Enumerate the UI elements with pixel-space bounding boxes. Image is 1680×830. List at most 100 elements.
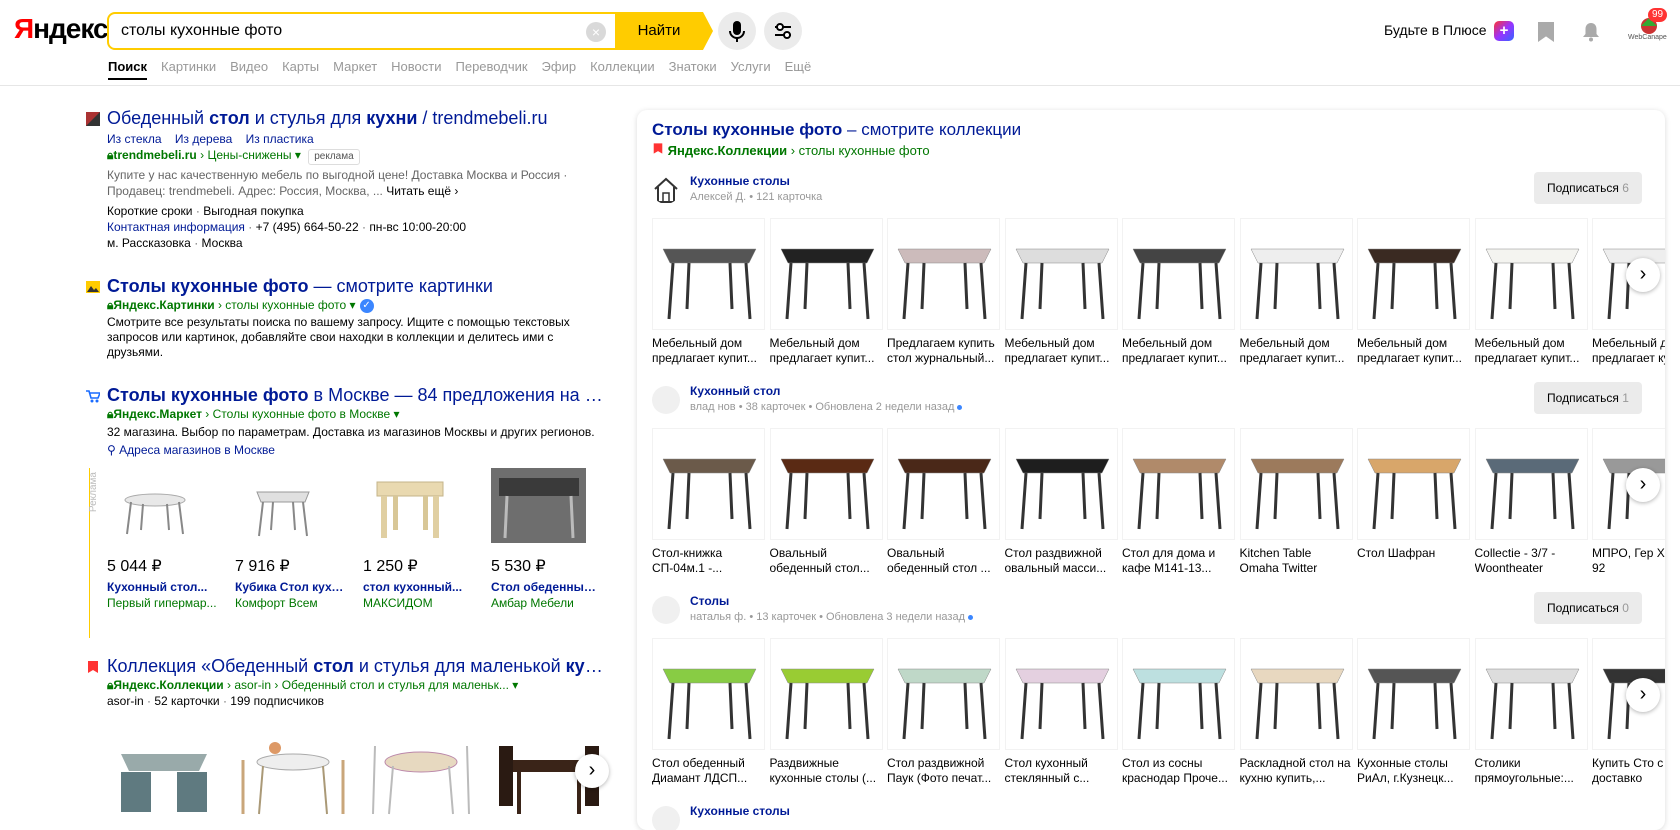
card-caption[interactable]: Раскладной стол на кухню купить,...	[1240, 756, 1353, 786]
collection-card[interactable]: Стол обеденный Диамант ЛДСП...	[652, 638, 765, 786]
collection-name[interactable]: Столы	[690, 594, 729, 608]
card-caption[interactable]: Мебельный дом предлагает купит...	[770, 336, 883, 366]
read-more-link[interactable]: Читать ещё	[386, 184, 451, 198]
subscribe-button[interactable]: Подписаться 1	[1534, 382, 1642, 414]
phone[interactable]: +7 (495) 664-50-22	[256, 220, 359, 234]
chevron-right-icon[interactable]: ›	[1626, 678, 1660, 712]
search-settings-button[interactable]	[764, 12, 802, 50]
card-caption[interactable]: Стол обеденный Диамант ЛДСП...	[652, 756, 765, 786]
tab-collections[interactable]: Коллекции	[590, 59, 655, 80]
card-caption[interactable]: МПРО, Гер Хасана, 92	[1592, 546, 1665, 576]
panel-title[interactable]: Столы кухонные фото – смотрите коллекции	[652, 120, 1021, 140]
collection-card[interactable]: Кухонные столы РиАл, г.Кузнецк...	[1357, 638, 1470, 786]
card-caption[interactable]: Мебельный дом предлагает купит...	[1005, 336, 1118, 366]
card-caption[interactable]: Стол раздвижной овальный масси...	[1005, 546, 1118, 576]
panel-path[interactable]: столы кухонные фото	[799, 143, 930, 158]
collection-card[interactable]: Kitchen Table Omaha Twitter	[1239, 428, 1353, 576]
product-name[interactable]: Кухонный стол...	[107, 580, 219, 595]
tab-efir[interactable]: Эфир	[542, 59, 577, 80]
card-caption[interactable]: Стол-книжка СП-04м.1 -...	[652, 546, 765, 576]
result-domain[interactable]: Яндекс.Коллекции	[113, 678, 223, 692]
search-input[interactable]	[121, 22, 581, 40]
product-card[interactable]: 1 250 ₽ стол кухонный... МАКСИДОМ	[363, 468, 481, 611]
collection-card[interactable]: Купить Сто с доставко	[1592, 638, 1665, 786]
card-caption[interactable]: Мебельный дом предлагает купит...	[1592, 336, 1665, 366]
result-path[interactable]: asor-in › Обеденный стол и стулья для ма…	[234, 678, 509, 692]
result-title[interactable]: Обеденный стол и стулья для кухни / tren…	[87, 108, 607, 129]
sitelink-glass[interactable]: Из стекла	[107, 132, 162, 146]
collection-card[interactable]: Мебельный дом предлагает купит...	[1239, 218, 1353, 366]
result-domain[interactable]: Яндекс.Маркет	[113, 407, 202, 421]
microphone-button[interactable]	[718, 12, 756, 50]
tab-images[interactable]: Картинки	[161, 59, 216, 80]
card-caption[interactable]: Collectie - 3/7 - Woontheater	[1475, 546, 1588, 576]
card-caption[interactable]: Стол Шафран	[1357, 546, 1470, 576]
chevron-right-icon[interactable]: ›	[575, 754, 609, 788]
product-name[interactable]: стол кухонный...	[363, 580, 475, 595]
plus-link[interactable]: Будьте в Плюсе	[1384, 22, 1487, 38]
collection-card[interactable]: Столики прямоугольные:...	[1474, 638, 1588, 786]
tab-translator[interactable]: Переводчик	[456, 59, 528, 80]
product-card[interactable]: 5 530 ₽ Стол обеденный пов... Амбар Мебе…	[491, 468, 609, 611]
collection-card[interactable]: Стол-книжка СП-04м.1 -...	[652, 428, 765, 576]
collection-card[interactable]: Раскладной стол на кухню купить,...	[1239, 638, 1353, 786]
collection-card[interactable]: Мебельный дом предлагает купит...	[1592, 218, 1665, 366]
bell-icon[interactable]	[1582, 22, 1600, 42]
card-caption[interactable]: Мебельный дом предлагает купит...	[1240, 336, 1353, 366]
collection-name[interactable]: Кухонные столы	[690, 174, 790, 188]
sitelink-plastic[interactable]: Из пластика	[246, 132, 314, 146]
card-caption[interactable]: Стол для дома и кафе М141-13...	[1122, 546, 1235, 576]
tab-services[interactable]: Услуги	[731, 59, 771, 80]
panel-domain[interactable]: Яндекс.Коллекции	[668, 143, 787, 158]
collection-card[interactable]: Предлагаем купить стол журнальный...	[887, 218, 1000, 366]
clear-icon[interactable]: ×	[586, 22, 606, 42]
product-name[interactable]: Стол обеденный пов...	[491, 580, 603, 595]
result-title[interactable]: Коллекция «Обеденный стол и стулья для м…	[87, 656, 607, 677]
tab-search[interactable]: Поиск	[108, 59, 148, 80]
collection-card[interactable]: Мебельный дом предлагает купит...	[652, 218, 765, 366]
result-domain[interactable]: Яндекс.Картинки	[113, 298, 214, 312]
card-caption[interactable]: Мебельный дом предлагает купит...	[652, 336, 765, 366]
collection-name[interactable]: Кухонные столы	[690, 804, 790, 818]
chevron-right-icon[interactable]: ›	[1626, 468, 1660, 502]
result-path[interactable]: Цены-снижены	[207, 148, 291, 162]
result-path[interactable]: столы кухонные фото	[225, 298, 346, 312]
card-caption[interactable]: Купить Сто с доставко	[1592, 756, 1665, 786]
collection-card[interactable]: Collectie - 3/7 - Woontheater	[1474, 428, 1588, 576]
find-button[interactable]: Найти	[615, 12, 703, 50]
collection-card[interactable]: Стол раздвижной Паук (Фото печат...	[887, 638, 1000, 786]
product-card[interactable]: 7 916 ₽ Кубика Стол кухо... Комфорт Всем	[235, 468, 353, 611]
product-shop[interactable]: Комфорт Всем	[235, 595, 347, 611]
collection-card[interactable]: Стол из сосны краснодар Проче...	[1122, 638, 1235, 786]
subscribe-button[interactable]: Подписаться 6	[1534, 172, 1642, 204]
plus-icon[interactable]: +	[1494, 21, 1514, 41]
card-caption[interactable]: Овальный обеденный стол ...	[887, 546, 1000, 576]
card-caption[interactable]: Кухонные столы РиАл, г.Кузнецк...	[1357, 756, 1470, 786]
card-caption[interactable]: Овальный обеденный стол...	[770, 546, 883, 576]
card-caption[interactable]: Мебельный дом предлагает купит...	[1357, 336, 1470, 366]
tab-maps[interactable]: Карты	[282, 59, 319, 80]
tab-znatoki[interactable]: Знатоки	[669, 59, 717, 80]
product-name[interactable]: Кубика Стол кухо...	[235, 580, 347, 595]
card-caption[interactable]: Мебельный дом предлагает купит...	[1475, 336, 1588, 366]
product-shop[interactable]: Амбар Мебели	[491, 595, 603, 611]
product-shop[interactable]: МАКСИДОМ	[363, 595, 475, 611]
tab-video[interactable]: Видео	[230, 59, 268, 80]
collection-name[interactable]: Кухонный стол	[690, 384, 780, 398]
collection-card[interactable]: Стол кухонный стеклянный с...	[1004, 638, 1118, 786]
collection-card[interactable]: МПРО, Гер Хасана, 92	[1592, 428, 1665, 576]
card-caption[interactable]: Kitchen Table Omaha Twitter	[1240, 546, 1353, 576]
collection-card[interactable]: Мебельный дом предлагает купит...	[1474, 218, 1588, 366]
subscribe-button[interactable]: Подписаться 0	[1534, 592, 1642, 624]
bookmark-icon[interactable]	[1538, 22, 1554, 42]
result-path[interactable]: Столы кухонные фото в Москве	[213, 407, 391, 421]
contact-info-link[interactable]: Контактная информация	[107, 220, 245, 234]
collection-card[interactable]: Раздвижные кухонные столы (...	[769, 638, 883, 786]
collection-card[interactable]: Стол для дома и кафе М141-13...	[1122, 428, 1235, 576]
collection-image[interactable]	[235, 726, 350, 816]
card-caption[interactable]: Раздвижные кухонные столы (...	[770, 756, 883, 786]
collection-card[interactable]: Мебельный дом предлагает купит...	[1122, 218, 1235, 366]
card-caption[interactable]: Стол кухонный стеклянный с...	[1005, 756, 1118, 786]
tab-market[interactable]: Маркет	[333, 59, 377, 80]
collection-card[interactable]: Мебельный дом предлагает купит...	[1357, 218, 1470, 366]
